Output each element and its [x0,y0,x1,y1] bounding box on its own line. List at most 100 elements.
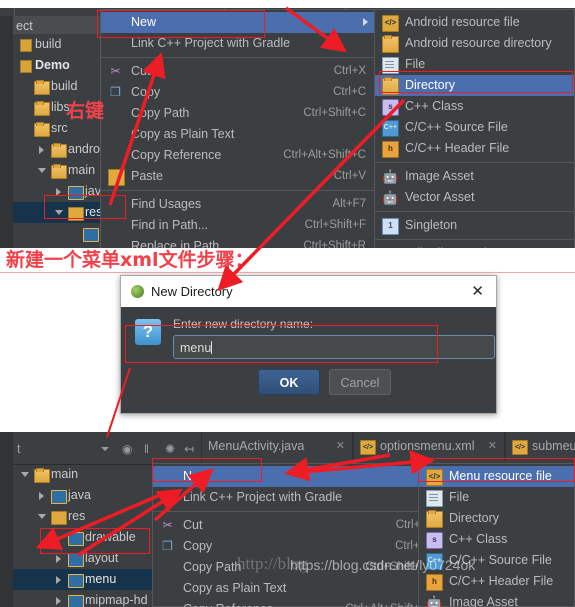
ok-button[interactable]: OK [258,369,320,395]
settings-icon[interactable]: ✺ [165,435,175,464]
submenu-item-cpp-header[interactable]: h C/C++ Header File [375,138,574,159]
menu-separator [101,57,374,58]
menu-item-cut[interactable]: ✂ Cut Ctrl+X [153,515,436,536]
menu-item-label: New [131,15,157,29]
expand-icon[interactable]: ‖ [144,435,149,464]
submenu-item-directory[interactable]: Directory [419,508,574,529]
scroll-from-source-icon[interactable]: ↤ [184,435,194,464]
menu-item-copy-reference[interactable]: Copy Reference Ctrl+Alt+Shift+C [153,599,436,607]
chevron-down-icon[interactable] [55,210,63,215]
submenu-item-cpp-source[interactable]: C++ C/C++ Source File [419,550,574,571]
menu-item-copy[interactable]: ❐ Copy Ctrl+C [153,536,436,557]
menu-item-accel: Ctrl+X [333,65,366,77]
menu-item-label: Find in Path... [131,218,209,232]
input-value: menu [180,341,212,355]
submenu-item-directory[interactable]: Directory [375,75,574,96]
scissors-icon: ✂ [110,64,121,78]
submenu-item-image-asset[interactable]: 🤖 Image Asset [375,166,574,187]
menu-item-copy-plain-text[interactable]: Copy as Plain Text [101,124,374,145]
chevron-right-icon[interactable] [39,146,44,154]
tree-label: menu [85,572,117,586]
menu-separator [101,190,374,191]
submenu-item-label: Vector Asset [405,190,475,204]
folder-icon [34,101,50,116]
close-icon[interactable]: ✕ [336,432,345,461]
chevron-right-icon[interactable] [56,555,61,563]
bottom-new-submenu[interactable]: </> Menu resource file File Directory s … [418,463,575,607]
submenu-item-android-resource-file[interactable]: </> Android resource file [375,12,574,33]
android-icon: 🤖 [382,169,399,184]
submenu-item-file[interactable]: File [419,487,574,508]
chevron-down-icon[interactable] [38,514,46,519]
tab-label: MenuActivity.java [208,439,305,453]
cancel-button[interactable]: Cancel [329,369,391,395]
menu-item-new[interactable]: New [101,12,374,33]
submenu-item-cpp-class[interactable]: s C++ Class [375,96,574,117]
menu-item-copy[interactable]: ❐ Copy Ctrl+C [101,82,374,103]
menu-item-find-in-path[interactable]: Find in Path... Ctrl+Shift+F [101,215,374,236]
menu-item-link-cpp[interactable]: Link C++ Project with Gradle [101,33,374,54]
submenu-item-android-resource-directory[interactable]: Android resource directory [375,33,574,54]
chevron-right-icon[interactable] [39,492,44,500]
xml-icon: </> [512,440,528,455]
submenu-item-cpp-class[interactable]: s C++ Class [419,529,574,550]
submenu-item-label: Directory [405,78,456,92]
menu-item-label: Copy [131,85,161,99]
submenu-item-file[interactable]: File [375,54,574,75]
bottom-context-menu[interactable]: New Link C++ Project with Gradle ✂ Cut C… [152,463,437,607]
folder-blue-icon [68,574,84,588]
top-context-menu[interactable]: New Link C++ Project with Gradle ✂ Cut C… [100,9,375,253]
folder-icon [34,80,50,95]
tab-optionsmenu-xml[interactable]: </> optionsmenu.xml ✕ [353,432,505,461]
new-directory-dialog[interactable]: New Directory ✕ ? Enter new directory na… [120,275,497,414]
submenu-item-label: C++ Class [449,532,508,546]
menu-item-find-usages[interactable]: Find Usages Alt+F7 [101,194,374,215]
menu-item-copy-path[interactable]: Copy Path Ctrl+Shift+C [153,557,436,578]
tab-menuactivity-java[interactable]: MenuActivity.java ✕ [201,432,353,461]
chevron-right-icon[interactable] [56,576,61,584]
toolbar-divider-1 [14,8,15,16]
submenu-item-cpp-source[interactable]: C++ C/C++ Source File [375,117,574,138]
tree-label: mipmap-hd [85,593,148,607]
submenu-item-label: Android resource file [405,15,520,29]
folder-blue-icon [83,228,99,242]
menu-item-accel: Ctrl+V [333,170,366,182]
collapse-all-icon[interactable]: ◉ [122,435,132,464]
menu-item-new[interactable]: New [153,466,436,487]
close-icon[interactable]: ✕ [488,432,497,461]
menu-item-copy-path[interactable]: Copy Path Ctrl+Shift+C [101,103,374,124]
submenu-item-menu-resource-file[interactable]: </> Menu resource file [419,466,574,487]
top-new-submenu[interactable]: </> Android resource file Android resour… [374,9,575,260]
tree-label: Demo [35,58,70,72]
tab-submeun-xml[interactable]: </> submeun.x [505,432,575,461]
bottom-toolbar-icons: ◉ ‖ ✺ ↤ [118,435,202,464]
directory-name-input[interactable]: menu [173,335,495,359]
menu-item-accel: Ctrl+Shift+C [303,107,366,119]
chevron-down-icon[interactable] [101,447,109,451]
menu-item-link-cpp[interactable]: Link C++ Project with Gradle [153,487,436,508]
menu-item-cut[interactable]: ✂ Cut Ctrl+X [101,61,374,82]
chevron-right-icon[interactable] [56,188,61,196]
submenu-item-cpp-header[interactable]: h C/C++ Header File [419,571,574,592]
submenu-item-image-asset[interactable]: 🤖 Image Asset [419,592,574,607]
chevron-down-icon[interactable] [21,472,29,477]
menu-item-copy-plain-text[interactable]: Copy as Plain Text [153,578,436,599]
submenu-item-label: C/C++ Header File [405,141,510,155]
chevron-right-icon[interactable] [56,597,61,605]
question-mark-icon: ? [135,319,161,345]
xml-icon: </> [426,469,443,486]
chevron-down-icon[interactable] [38,168,46,173]
paste-icon [108,169,125,186]
folder-icon [382,35,399,53]
menu-item-copy-reference[interactable]: Copy Reference Ctrl+Alt+Shift+C [101,145,374,166]
folder-icon [426,510,443,528]
annotation-divider [0,272,575,273]
submenu-item-singleton[interactable]: 1 Singleton [375,215,574,236]
submenu-item-vector-asset[interactable]: 🤖 Vector Asset [375,187,574,208]
close-icon[interactable]: ✕ [471,276,484,307]
folder-icon [51,143,67,158]
folder-icon [51,164,67,179]
submenu-item-label: C++ Class [405,99,464,113]
menu-item-paste[interactable]: Paste Ctrl+V [101,166,374,187]
menu-item-label: Copy Path [183,560,242,574]
